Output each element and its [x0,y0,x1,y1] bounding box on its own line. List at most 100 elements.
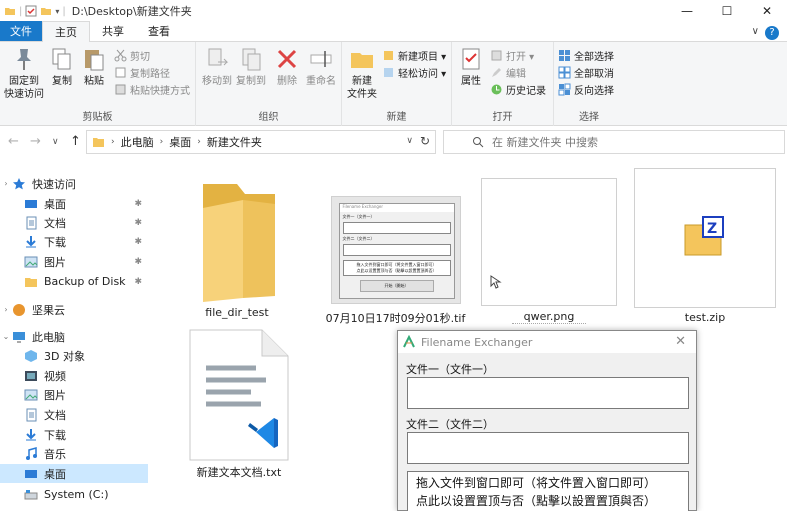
folder-icon [93,138,104,147]
sidebar-item-quick-access[interactable]: › 快速访问 [0,174,148,193]
collapse-icon[interactable]: ⌄ [0,332,12,341]
download-icon [26,235,36,247]
sidebar-item-documents[interactable]: 文档 ✱ [0,213,148,232]
sidebar-item-documents-pc[interactable]: 文档 [0,405,148,424]
folder-icon[interactable] [4,5,16,17]
app-icon [403,335,415,348]
organize-group: 移动到 复制到 删除 重命名 组织 [196,42,342,126]
file-one-label: 文件一（文件一） [406,363,494,376]
history-label: 历史记录 [506,85,546,97]
new-item-button[interactable]: 新建项目 ▾ [382,47,446,63]
sidebar-item-desktop-pc[interactable]: 桌面 [0,464,148,483]
delete-x-icon [277,49,297,69]
address-dropdown-icon[interactable]: ∨ [406,136,413,146]
select-none-button[interactable]: 全部取消 [558,64,614,80]
delete-button[interactable]: 删除 [274,46,300,88]
expand-icon[interactable]: › [0,179,12,188]
easy-access-button[interactable]: 轻松访问 ▾ [382,64,446,80]
select-all-button[interactable]: 全部选择 [558,47,614,63]
expand-ribbon-icon[interactable]: ∨ [752,26,759,37]
invert-selection-button[interactable]: 反向选择 [558,81,614,97]
sidebar-item-videos[interactable]: 视频 [0,366,148,385]
help-icon[interactable]: ? [765,26,779,40]
file-item-folder[interactable]: file_dir_test [178,178,296,319]
paste-shortcut-button[interactable]: 粘贴快捷方式 [114,81,190,97]
edit-button[interactable]: 编辑 [490,64,526,80]
move-to-button[interactable]: 移动到 [200,46,234,88]
sidebar-item-pictures-pc[interactable]: 图片 [0,385,148,404]
file-name: qwer.png [511,310,587,324]
clipboard-group: 固定到 快速访问 复制 粘贴 剪切 复制路径 粘贴快捷方式 剪贴板 [0,42,196,126]
copy-path-button[interactable]: 复制路径 [114,64,170,80]
window-controls: — ☐ ✕ [667,0,787,22]
sidebar-item-downloads-pc[interactable]: 下载 [0,425,148,444]
sidebar-label: 下载 [44,428,66,442]
invert-selection-icon [558,83,571,95]
sidebar-item-this-pc[interactable]: ⌄ 此电脑 [0,327,148,346]
refresh-button[interactable]: ↻ [420,134,430,148]
file-item-txt[interactable]: 新建文本文档.txt [180,328,298,480]
tab-file[interactable]: 文件 [0,21,42,41]
up-button[interactable]: ↑ [70,134,81,149]
address-bar[interactable]: › 此电脑 › 桌面 › 新建文件夹 ∨ ↻ [86,130,436,154]
tab-view[interactable]: 查看 [136,21,182,41]
properties-check-icon[interactable] [25,5,37,17]
close-button[interactable]: ✕ [747,0,787,22]
tab-share[interactable]: 共享 [90,21,136,41]
customize-toolbar-icon[interactable]: ▾ [55,7,59,16]
pin-quick-access-button[interactable]: 固定到 快速访问 [4,46,44,101]
sidebar-item-jianguoyun[interactable]: › 坚果云 [0,300,148,319]
sidebar-item-3d-objects[interactable]: 3D 对象 [0,346,148,365]
copy-button[interactable]: 复制 [48,46,76,88]
file-item-png[interactable]: qwer.png [479,178,619,324]
new-folder-icon[interactable] [40,5,52,17]
sidebar-item-pictures[interactable]: 图片 ✱ [0,252,148,271]
search-box[interactable]: 在 新建文件夹 中搜索 [443,130,785,154]
breadcrumb-new-folder[interactable]: 新建文件夹 [207,134,262,150]
forward-button[interactable]: → [30,134,41,149]
sidebar-label: 图片 [44,388,66,402]
cursor-icon [490,275,502,289]
recent-locations-button[interactable]: ∨ [52,137,59,147]
file-item-tif[interactable]: Filename Exchanger 文件一（文件一） 文件二（文件二） 拖入文… [318,196,473,326]
sidebar-item-downloads[interactable]: 下载 ✱ [0,232,148,251]
paste-button[interactable]: 粘贴 [80,46,108,88]
topmost-toggle-text[interactable]: 点此以设置置顶与否（點擊以設置置頂與否） [416,492,680,510]
star-icon [13,177,25,189]
sidebar-item-system-c[interactable]: System (C:) [0,485,148,504]
sidebar-item-backup-of-disk[interactable]: Backup of Disk ✱ [0,272,148,291]
drop-area[interactable]: 拖入文件到窗口即可（将文件置入窗口即可） 点此以设置置顶与否（點擊以設置置頂與否… [407,471,689,511]
rename-button[interactable]: 重命名 [304,46,338,88]
select-group-label: 选择 [579,112,599,123]
back-button[interactable]: ← [8,134,19,149]
sidebar-item-desktop[interactable]: 桌面 ✱ [0,194,148,213]
file-item-zip[interactable]: Z test.zip [634,168,776,324]
breadcrumb-desktop[interactable]: 桌面 [169,134,191,150]
file-one-input[interactable] [407,377,689,409]
properties-button[interactable]: 属性 [456,46,486,88]
pin-icon: ✱ [134,236,142,247]
copy-to-button[interactable]: 复制到 [234,46,268,88]
open-button[interactable]: 打开 ▾ [490,47,534,63]
sidebar-label: 3D 对象 [44,349,85,363]
breadcrumb-separator: › [111,137,115,147]
tab-home[interactable]: 主页 [42,21,90,42]
minimize-button[interactable]: — [667,0,707,22]
file-two-input[interactable] [407,432,689,464]
rename-icon [310,51,332,67]
cut-button[interactable]: 剪切 [114,47,150,63]
pin-icon: ✱ [134,217,142,228]
divider: | [19,5,23,17]
maximize-button[interactable]: ☐ [707,0,747,22]
new-folder-label-2: 文件夹 [347,89,377,100]
breadcrumb-separator: › [159,137,164,147]
expand-icon[interactable]: › [0,305,12,314]
open-icon [491,50,502,60]
breadcrumb-this-pc[interactable]: 此电脑 [121,134,154,150]
new-folder-button[interactable]: 新建 文件夹 [346,46,378,101]
sidebar-item-music[interactable]: 音乐 [0,444,148,463]
window-path: D:\Desktop\新建文件夹 [71,5,192,18]
dialog-close-button[interactable]: ✕ [675,334,686,349]
history-button[interactable]: 历史记录 [490,81,546,97]
ribbon-tabs: 文件 主页 共享 查看 [0,21,787,42]
